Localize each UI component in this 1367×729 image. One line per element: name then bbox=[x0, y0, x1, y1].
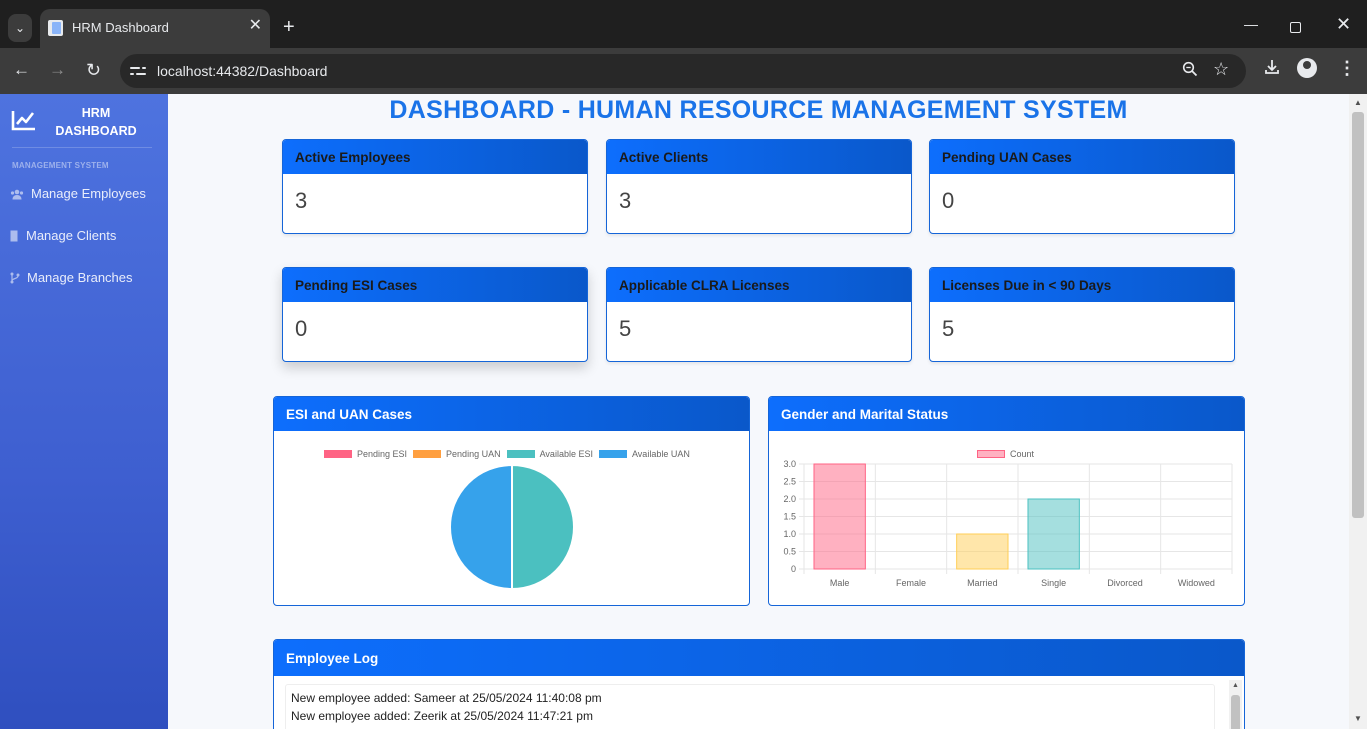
sidebar-brand[interactable]: HRM DASHBOARD bbox=[50, 104, 142, 140]
scroll-up-icon[interactable]: ▲ bbox=[1354, 98, 1362, 107]
bar[interactable] bbox=[813, 463, 866, 570]
zoom-icon[interactable] bbox=[1182, 61, 1198, 82]
sidebar-item-label: Manage Branches bbox=[27, 270, 133, 285]
new-tab-icon[interactable]: + bbox=[283, 17, 295, 37]
y-tick-label: 1.0 bbox=[783, 529, 796, 539]
more-menu-icon[interactable]: ⋮ bbox=[1338, 58, 1356, 78]
profile-avatar-icon[interactable] bbox=[1297, 58, 1317, 78]
x-tick-label: Married bbox=[967, 578, 998, 588]
bar[interactable] bbox=[956, 533, 1009, 570]
log-scroll-thumb[interactable] bbox=[1231, 695, 1240, 729]
gender-marital-chart-panel: Gender and Marital Status Count 0 0.5 1.0 1… bbox=[768, 396, 1245, 606]
scroll-down-icon[interactable]: ▼ bbox=[1354, 714, 1362, 723]
x-tick-label: Female bbox=[896, 578, 926, 588]
users-icon bbox=[10, 188, 24, 200]
log-entry: New employee added: Zeerik at 25/05/2024… bbox=[291, 709, 593, 723]
pie-slice[interactable] bbox=[511, 463, 575, 591]
reload-icon[interactable]: ↻ bbox=[86, 60, 101, 80]
x-tick-label: Widowed bbox=[1178, 578, 1215, 588]
site-info-icon[interactable] bbox=[130, 63, 146, 79]
card-title: Licenses Due in < 90 Days bbox=[930, 268, 1234, 302]
page-title: DASHBOARD - HUMAN RESOURCE MANAGEMENT SY… bbox=[389, 96, 1128, 124]
branch-icon bbox=[10, 272, 22, 284]
employee-log-panel: Employee Log New employee added: Sameer … bbox=[273, 639, 1245, 729]
log-entry: New employee added: Sameer at 25/05/2024… bbox=[291, 691, 602, 705]
window-close-icon[interactable]: ✕ bbox=[1336, 15, 1351, 33]
panel-title: Gender and Marital Status bbox=[769, 397, 1244, 431]
card-licenses-due: Licenses Due in < 90 Days 5 bbox=[929, 267, 1235, 362]
chart-line-icon bbox=[11, 109, 37, 131]
card-value: 0 bbox=[942, 188, 955, 213]
page-scrollbar[interactable]: ▲ ▼ bbox=[1349, 94, 1367, 729]
bookmark-star-icon[interactable]: ☆ bbox=[1213, 59, 1229, 80]
x-tick-label: Divorced bbox=[1107, 578, 1143, 588]
card-title: Applicable CLRA Licenses bbox=[607, 268, 911, 302]
url-text[interactable]: localhost:44382/Dashboard bbox=[157, 63, 327, 79]
panel-title: Employee Log bbox=[274, 640, 1244, 676]
card-title: Active Employees bbox=[283, 140, 587, 174]
pie-slice[interactable] bbox=[449, 463, 513, 591]
y-tick-label: 0 bbox=[791, 564, 796, 574]
tab-close-icon[interactable]: ✕ bbox=[249, 18, 262, 34]
card-value: 5 bbox=[942, 316, 955, 341]
browser-toolbar: ← → ↻ localhost:44382/Dashboard ☆ ⋮ bbox=[0, 48, 1367, 94]
card-value: 5 bbox=[619, 316, 632, 341]
y-tick-label: 0.5 bbox=[783, 547, 796, 557]
page-favicon-icon bbox=[48, 20, 63, 36]
sidebar-item-label: Manage Clients bbox=[26, 228, 117, 243]
page-viewport: HRM DASHBOARD MANAGEMENT SYSTEM Manage E… bbox=[0, 94, 1367, 729]
browser-tabstrip: ⌄ HRM Dashboard ✕ + — ✕ bbox=[0, 0, 1367, 48]
card-title: Active Clients bbox=[607, 140, 911, 174]
building-icon bbox=[10, 230, 22, 242]
y-tick-label: 2.5 bbox=[783, 477, 796, 487]
esi-uan-pie-chart bbox=[449, 463, 575, 591]
x-tick-label: Single bbox=[1041, 578, 1066, 588]
card-active-employees: Active Employees 3 bbox=[282, 139, 588, 234]
tab-title: HRM Dashboard bbox=[72, 20, 169, 35]
sidebar-heading: MANAGEMENT SYSTEM bbox=[12, 161, 109, 170]
card-title: Pending UAN Cases bbox=[930, 140, 1234, 174]
sidebar-divider bbox=[12, 147, 152, 148]
address-bar[interactable]: localhost:44382/Dashboard ☆ bbox=[120, 54, 1246, 88]
y-tick-label: 2.0 bbox=[783, 494, 796, 504]
restore-icon[interactable] bbox=[1290, 22, 1301, 33]
gender-marital-bar-chart: 0 0.5 1.0 1.5 2.0 2.5 3.0 Male Female Married Sing… bbox=[783, 459, 1233, 588]
browser-tab[interactable]: HRM Dashboard ✕ bbox=[40, 9, 270, 48]
employee-log-list[interactable]: New employee added: Sameer at 25/05/2024… bbox=[285, 684, 1215, 729]
card-value: 3 bbox=[619, 188, 632, 213]
log-scrollbar[interactable]: ▲ bbox=[1229, 680, 1242, 729]
minimize-icon[interactable]: — bbox=[1244, 16, 1258, 32]
page-scroll-thumb[interactable] bbox=[1352, 112, 1364, 518]
scroll-up-icon[interactable]: ▲ bbox=[1232, 682, 1239, 689]
download-icon[interactable] bbox=[1263, 58, 1281, 80]
y-tick-label: 1.5 bbox=[783, 512, 796, 522]
tab-search-button[interactable]: ⌄ bbox=[8, 14, 32, 42]
card-active-clients: Active Clients 3 bbox=[606, 139, 912, 234]
sidebar: HRM DASHBOARD MANAGEMENT SYSTEM Manage E… bbox=[0, 94, 168, 729]
card-pending-uan: Pending UAN Cases 0 bbox=[929, 139, 1235, 234]
forward-arrow-icon[interactable]: → bbox=[49, 60, 66, 80]
sidebar-item-label: Manage Employees bbox=[31, 186, 146, 201]
card-value: 3 bbox=[295, 188, 308, 213]
esi-uan-chart-panel: ESI and UAN Cases Pending ESI Pending UAN… bbox=[273, 396, 750, 606]
chevron-down-icon: ⌄ bbox=[14, 21, 26, 35]
x-tick-label: Male bbox=[830, 578, 850, 588]
panel-title: ESI and UAN Cases bbox=[274, 397, 749, 431]
bar[interactable] bbox=[1027, 498, 1080, 570]
card-value: 0 bbox=[295, 316, 308, 341]
card-clra-licenses: Applicable CLRA Licenses 5 bbox=[606, 267, 912, 362]
card-pending-esi: Pending ESI Cases 0 bbox=[282, 267, 588, 362]
card-title: Pending ESI Cases bbox=[283, 268, 587, 302]
y-tick-label: 3.0 bbox=[783, 459, 796, 469]
back-arrow-icon[interactable]: ← bbox=[13, 60, 30, 80]
